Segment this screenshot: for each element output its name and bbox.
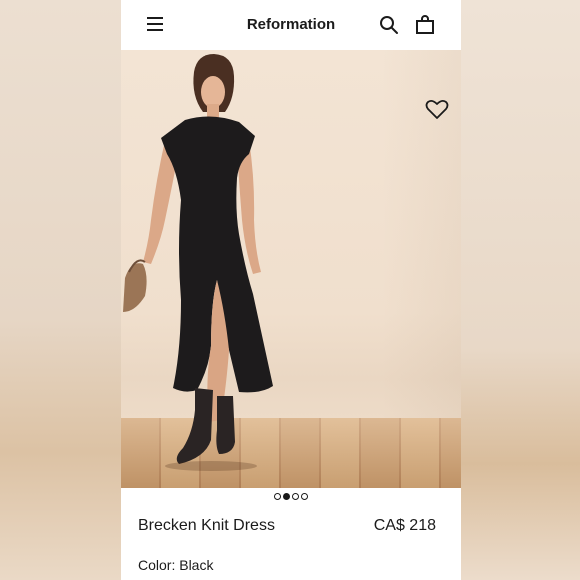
brand-title: Reformation xyxy=(246,16,336,33)
carousel-indicator xyxy=(121,493,461,503)
product-name: Brecken Knit Dress xyxy=(138,517,275,534)
background-left xyxy=(0,0,121,580)
background-right xyxy=(461,0,580,580)
heart-icon[interactable] xyxy=(425,98,449,120)
search-icon[interactable] xyxy=(379,15,399,35)
shopping-bag-icon[interactable] xyxy=(415,15,435,35)
product-color: Color: Black xyxy=(138,557,214,573)
product-image[interactable] xyxy=(121,50,461,488)
carousel-dot[interactable] xyxy=(274,493,281,500)
menu-icon[interactable] xyxy=(147,17,163,31)
phone-screen: Reformation Brecken Knit Dress CA$ 218 C… xyxy=(121,0,461,580)
carousel-dot-active[interactable] xyxy=(283,493,290,500)
carousel-dot[interactable] xyxy=(292,493,299,500)
top-navigation-bar: Reformation xyxy=(121,0,461,50)
model-photo xyxy=(123,54,273,471)
carousel-dot[interactable] xyxy=(301,493,308,500)
product-price: CA$ 218 xyxy=(373,517,436,534)
